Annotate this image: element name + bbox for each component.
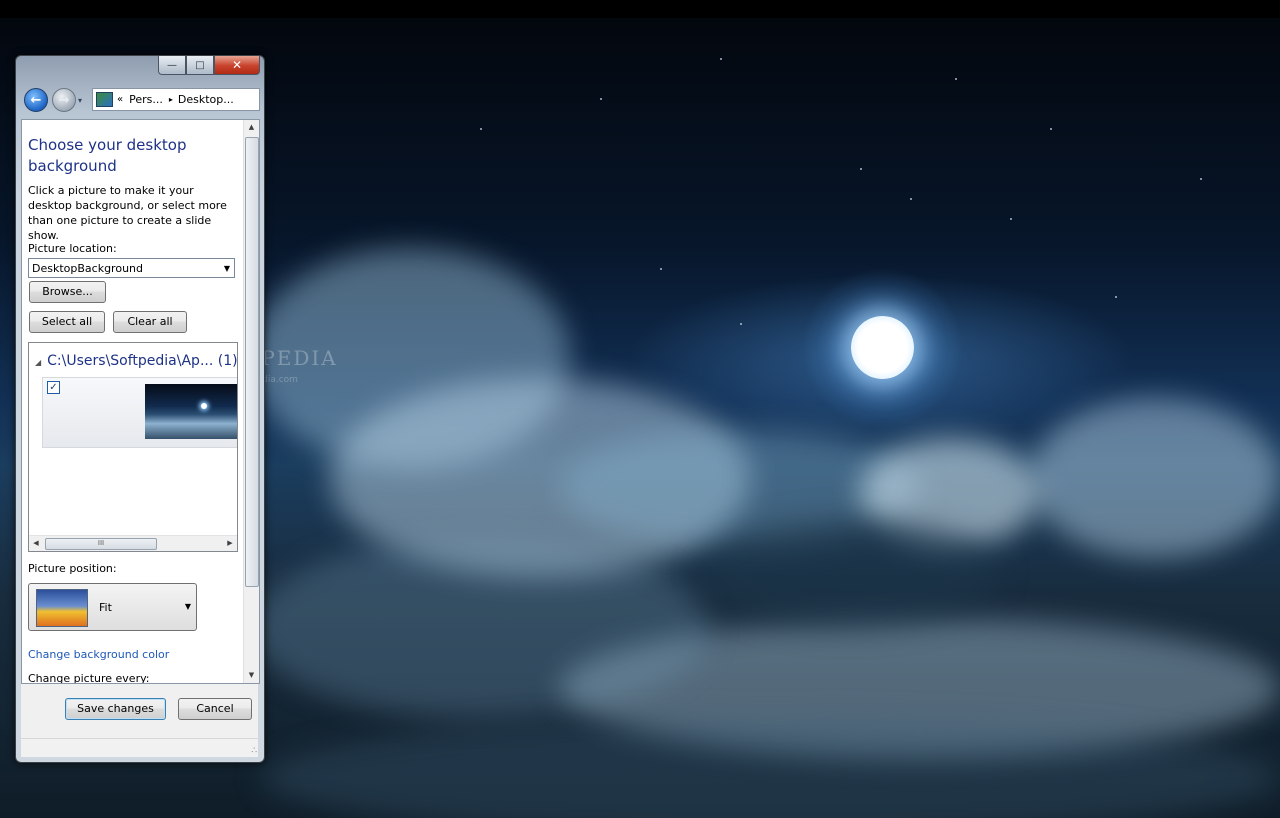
maximize-button[interactable]: □ [186,56,214,75]
breadcrumb-separator-icon[interactable]: ▸ [169,95,173,104]
content-pane: Choose your desktop background Click a p… [21,119,260,684]
breadcrumb-overflow[interactable]: « [117,94,123,105]
horizontal-scrollbar[interactable]: ◀ III ▶ [29,535,237,551]
dropdown-arrow-icon: ▼ [223,264,230,273]
dialog-footer: Save changes Cancel [21,684,258,738]
picture-position-label: Picture position: [28,562,117,575]
forward-button[interactable]: → [52,88,76,112]
scroll-down-icon[interactable]: ▼ [244,668,259,683]
picture-group-count: (1) [217,353,238,369]
status-bar: ∴ [21,738,258,757]
picture-position-select[interactable]: Fit ▼ [28,583,197,631]
cancel-button[interactable]: Cancel [178,698,252,720]
vertical-scrollbar[interactable]: ▲ ▼ [243,120,259,683]
select-all-button[interactable]: Select all [29,311,105,333]
recent-pages-dropdown[interactable]: ▾ [78,96,82,105]
picture-position-value: Fit [99,601,112,614]
picture-group-header[interactable]: ◢ C:\Users\Softpedia\Ap... (1) [35,353,238,369]
picture-list: ◢ C:\Users\Softpedia\Ap... (1) ✓ ◀ III ▶ [28,342,238,552]
browse-button[interactable]: Browse... [29,281,106,303]
page-title: Choose your desktop background [28,136,187,175]
minimize-button[interactable]: — [158,56,186,75]
picture-thumbnail[interactable] [145,384,237,439]
address-bar[interactable]: « Pers... ▸ Desktop... [92,88,260,111]
picture-position-preview-icon [36,589,88,627]
horizontal-scroll-thumb[interactable]: III [45,538,157,550]
breadcrumb-desktop-background[interactable]: Desktop... [178,93,234,106]
picture-group-path: C:\Users\Softpedia\Ap... [47,353,214,369]
dropdown-arrow-icon: ▼ [184,602,191,611]
clear-all-button[interactable]: Clear all [113,311,187,333]
picture-location-label: Picture location: [28,242,117,255]
scroll-left-icon[interactable]: ◀ [29,536,43,551]
breadcrumb-personalization[interactable]: Pers... [129,93,163,106]
scroll-right-icon[interactable]: ▶ [223,536,237,551]
change-picture-every-label: Change picture every: [28,672,150,684]
picture-location-value: DesktopBackground [32,262,143,275]
control-panel-icon [96,92,113,107]
picture-location-select[interactable]: DesktopBackground ▼ [28,258,235,278]
desktop-background-window: — □ ✕ ← → ▾ « Pers... ▸ Desktop... Choos… [15,55,265,763]
forward-arrow-icon: → [58,92,70,108]
close-button[interactable]: ✕ [214,56,260,75]
picture-tile[interactable]: ✓ [42,377,237,448]
change-background-color-link[interactable]: Change background color [28,648,169,661]
scroll-up-icon[interactable]: ▲ [244,120,259,135]
navigation-bar: ← → ▾ « Pers... ▸ Desktop... [22,86,260,114]
resize-grip-icon[interactable]: ∴ [251,746,257,756]
caption-buttons: — □ ✕ [158,56,260,75]
picture-checkbox[interactable]: ✓ [47,381,60,394]
collapse-triangle-icon[interactable]: ◢ [35,358,41,367]
page-description: Click a picture to make it your desktop … [28,184,227,242]
back-arrow-icon: ← [30,92,42,108]
moon [851,316,914,379]
save-changes-button[interactable]: Save changes [65,698,166,720]
top-black-bar [0,0,1280,18]
back-button[interactable]: ← [24,88,48,112]
vertical-scroll-thumb[interactable] [245,137,259,587]
